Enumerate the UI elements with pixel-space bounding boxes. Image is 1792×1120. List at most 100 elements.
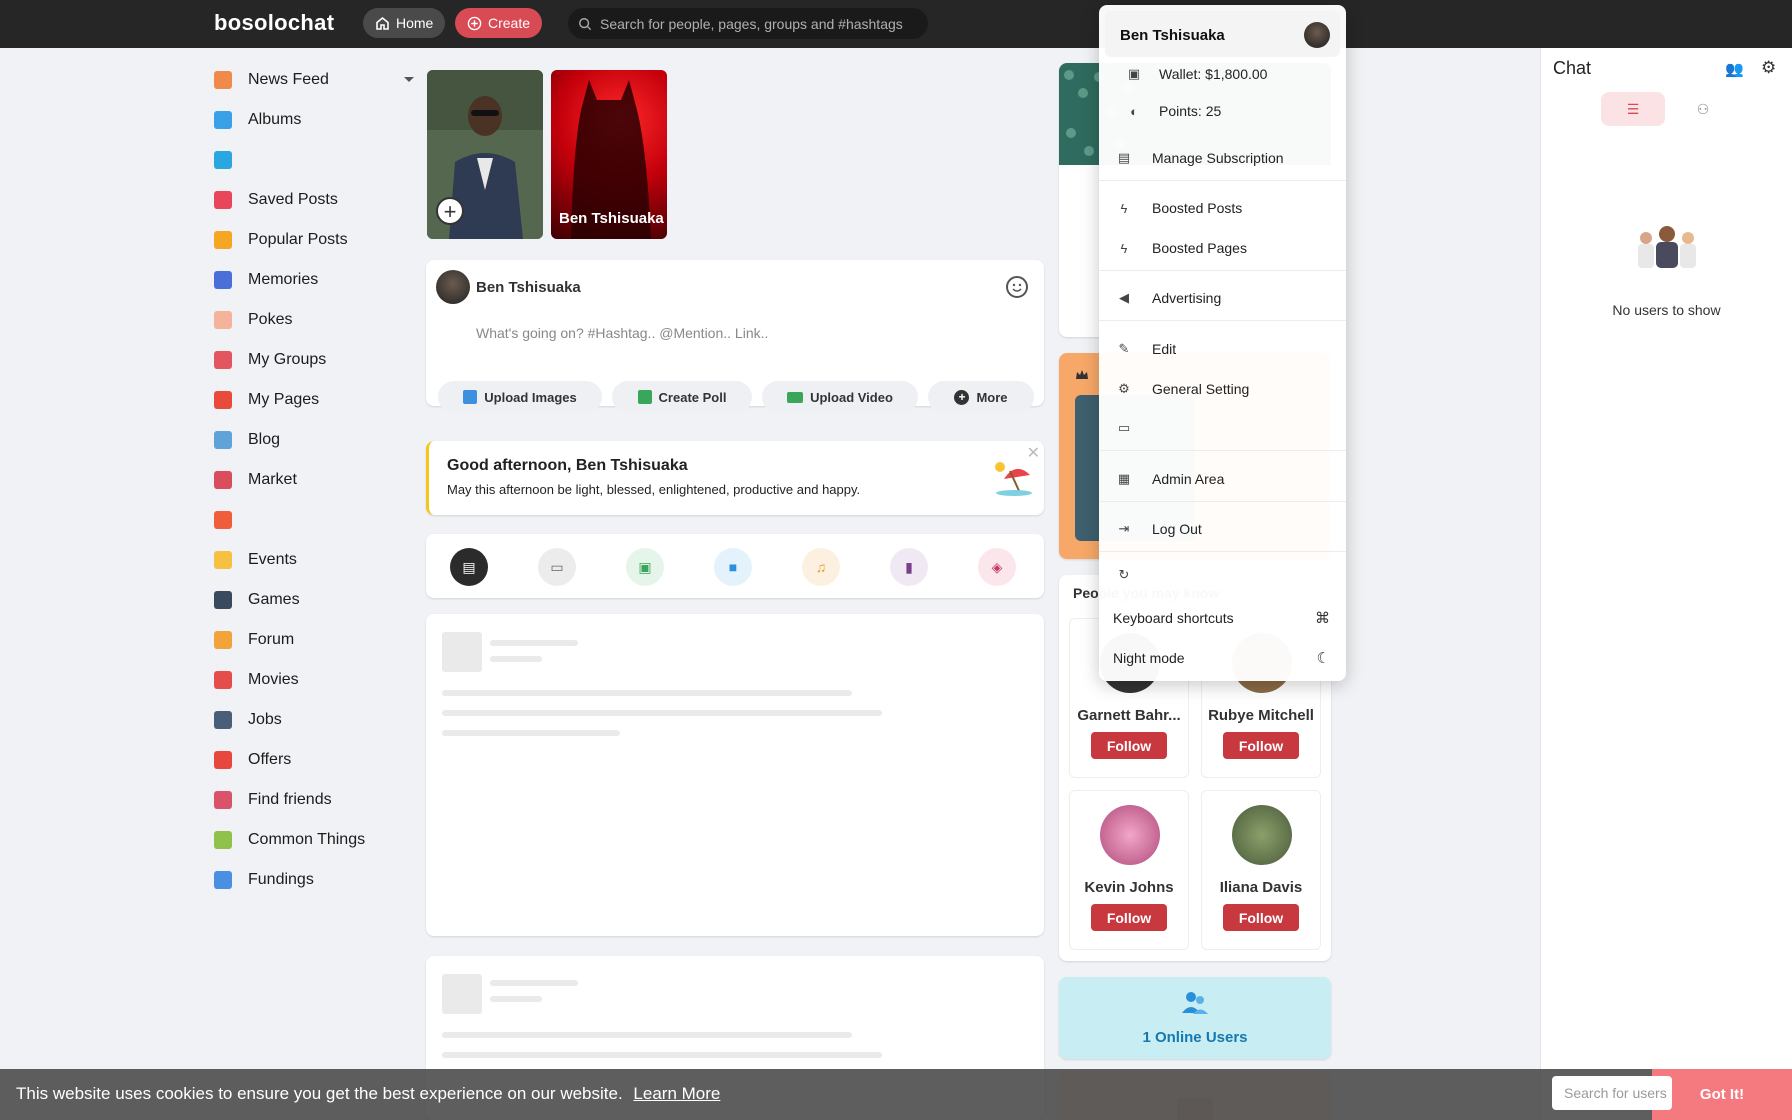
points-item[interactable]: ◐ Points: 25 xyxy=(1099,94,1346,128)
news-feed-icon xyxy=(214,71,232,89)
online-users-label: 1 Online Users xyxy=(1142,1029,1248,1046)
sidebar-item-apps[interactable] xyxy=(214,500,414,540)
music-tab[interactable]: ♫ xyxy=(802,548,840,586)
user-menu-header[interactable]: Ben Tshisuaka xyxy=(1105,11,1340,57)
follow-button[interactable]: Follow xyxy=(1091,732,1167,759)
video-camera-icon: ■ xyxy=(728,559,738,575)
sidebar-item-label: Games xyxy=(248,591,300,608)
sidebar-item-blog[interactable]: Blog xyxy=(214,420,414,460)
create-button[interactable]: Create xyxy=(455,8,543,38)
add-story-button[interactable]: + xyxy=(436,197,464,225)
manage-subscription-item[interactable]: ▤ Manage Subscription xyxy=(1099,141,1346,175)
image-icon xyxy=(463,390,478,404)
avatar[interactable] xyxy=(1232,805,1292,865)
refresh-icon: ↻ xyxy=(1118,567,1130,582)
advertising-label: Advertising xyxy=(1152,290,1222,306)
upload-images-button[interactable]: Upload Images xyxy=(438,381,602,413)
skeleton-line xyxy=(442,710,882,716)
keyboard-shortcuts-item[interactable]: Keyboard shortcuts ⌘ xyxy=(1099,601,1346,635)
night-mode-item[interactable]: Night mode ☾ xyxy=(1099,641,1346,675)
accept-cookies-button[interactable]: Got It! xyxy=(1652,1069,1792,1120)
home-label: Home xyxy=(396,15,434,31)
follow-button[interactable]: Follow xyxy=(1223,732,1299,759)
crown-icon xyxy=(1076,370,1088,379)
wallet-item[interactable]: ▣ Wallet: $1,800.00 xyxy=(1099,57,1346,91)
online-users-card[interactable]: 1 Online Users xyxy=(1059,977,1331,1059)
admin-area-item[interactable]: ▦ Admin Area xyxy=(1099,462,1346,496)
videos-tab[interactable]: ■ xyxy=(714,548,752,586)
sidebar-item-label: Market xyxy=(248,471,297,488)
text-posts-tab[interactable]: ▭ xyxy=(538,548,576,586)
all-posts-tab[interactable]: ▤ xyxy=(450,548,488,586)
bolt-icon: ϟ xyxy=(1120,240,1128,256)
sidebar-item-albums[interactable]: Albums xyxy=(214,100,414,140)
post-text-input[interactable]: What's going on? #Hashtag.. @Mention.. L… xyxy=(476,325,768,341)
follow-button[interactable]: Follow xyxy=(1223,904,1299,931)
payment-item[interactable]: ▭ xyxy=(1099,411,1346,445)
switch-account-item[interactable]: ↻ xyxy=(1099,558,1346,592)
top-navigation-bar: bosolochat Home Create Search for people… xyxy=(0,0,1792,48)
divider xyxy=(1099,180,1346,181)
apps-icon xyxy=(214,511,232,529)
sidebar-item-pokes[interactable]: Pokes xyxy=(214,300,414,340)
story-create[interactable]: + xyxy=(427,70,543,239)
chat-groups-tab[interactable]: ⚇ xyxy=(1671,92,1735,126)
sidebar-item-events[interactable]: Events xyxy=(214,540,414,580)
sidebar-item-label: Offers xyxy=(248,751,292,768)
sidebar-item-label: Common Things xyxy=(248,831,366,848)
flag-icon xyxy=(214,391,232,409)
sidebar-item-market[interactable]: Market xyxy=(214,460,414,500)
general-setting-item[interactable]: ⚙ General Setting xyxy=(1099,372,1346,406)
sidebar-item-memories[interactable]: Memories xyxy=(214,260,414,300)
files-tab[interactable]: ▮ xyxy=(890,548,928,586)
emoji-icon[interactable] xyxy=(1006,276,1028,298)
music-icon: ♫ xyxy=(815,559,827,575)
boosted-pages-item[interactable]: ϟ Boosted Pages xyxy=(1099,231,1346,265)
learn-more-link[interactable]: Learn More xyxy=(633,1084,720,1103)
sidebar-item-jobs[interactable]: Jobs xyxy=(214,700,414,740)
sidebar-item-label: Memories xyxy=(248,271,319,288)
sidebar-item-news-feed[interactable]: News Feed xyxy=(214,60,414,100)
cookie-banner: This website uses cookies to ensure you … xyxy=(0,1069,1792,1120)
sidebar-item-common-things[interactable]: Common Things xyxy=(214,820,414,860)
upload-video-button[interactable]: Upload Video xyxy=(762,381,918,413)
night-mode-label: Night mode xyxy=(1113,650,1185,666)
sidebar-item-video[interactable] xyxy=(214,140,414,180)
sidebar-item-my-pages[interactable]: My Pages xyxy=(214,380,414,420)
advertising-item[interactable]: ◀ Advertising xyxy=(1099,281,1346,315)
boosted-posts-item[interactable]: ϟ Boosted Posts xyxy=(1099,191,1346,225)
edit-profile-item[interactable]: ✎ Edit xyxy=(1099,332,1346,366)
chat-users-tab[interactable]: ☰ xyxy=(1601,92,1665,126)
skeleton-line xyxy=(442,730,620,736)
maps-tab[interactable]: ◈ xyxy=(978,548,1016,586)
photos-tab[interactable]: ▣ xyxy=(626,548,664,586)
more-button[interactable]: + More xyxy=(928,381,1034,413)
avatar[interactable] xyxy=(436,270,470,304)
sidebar-item-saved-posts[interactable]: Saved Posts xyxy=(214,180,414,220)
search-input[interactable]: Search for people, pages, groups and #ha… xyxy=(568,8,928,39)
sidebar-item-games[interactable]: Games xyxy=(214,580,414,620)
follow-button[interactable]: Follow xyxy=(1091,904,1167,931)
sidebar-item-movies[interactable]: Movies xyxy=(214,660,414,700)
home-button[interactable]: Home xyxy=(363,8,446,38)
points-icon: ◐ xyxy=(1130,103,1138,119)
story-ben-tshisuaka[interactable]: Ben Tshisuaka xyxy=(551,70,667,239)
sidebar-item-forum[interactable]: Forum xyxy=(214,620,414,660)
sidebar-item-find-friends[interactable]: Find friends xyxy=(214,780,414,820)
site-logo[interactable]: bosolochat xyxy=(214,10,334,36)
add-user-icon[interactable]: 👥 xyxy=(1725,60,1744,78)
sidebar-item-my-groups[interactable]: My Groups xyxy=(214,340,414,380)
chat-search-input[interactable]: Search for users xyxy=(1552,1076,1672,1110)
create-poll-button[interactable]: Create Poll xyxy=(612,381,752,413)
gear-icon[interactable]: ⚙ xyxy=(1761,58,1776,78)
no-users-illustration xyxy=(1638,226,1696,268)
skeleton-line xyxy=(490,996,542,1002)
sidebar-item-offers[interactable]: Offers xyxy=(214,740,414,780)
sidebar-item-popular-posts[interactable]: Popular Posts xyxy=(214,220,414,260)
logout-icon: ⇥ xyxy=(1118,521,1130,536)
chevron-down-icon[interactable] xyxy=(404,77,414,82)
logout-item[interactable]: ⇥ Log Out xyxy=(1099,512,1346,546)
sidebar-item-fundings[interactable]: Fundings xyxy=(214,860,414,900)
avatar[interactable] xyxy=(1100,805,1160,865)
plus-circle-icon: + xyxy=(954,389,970,405)
